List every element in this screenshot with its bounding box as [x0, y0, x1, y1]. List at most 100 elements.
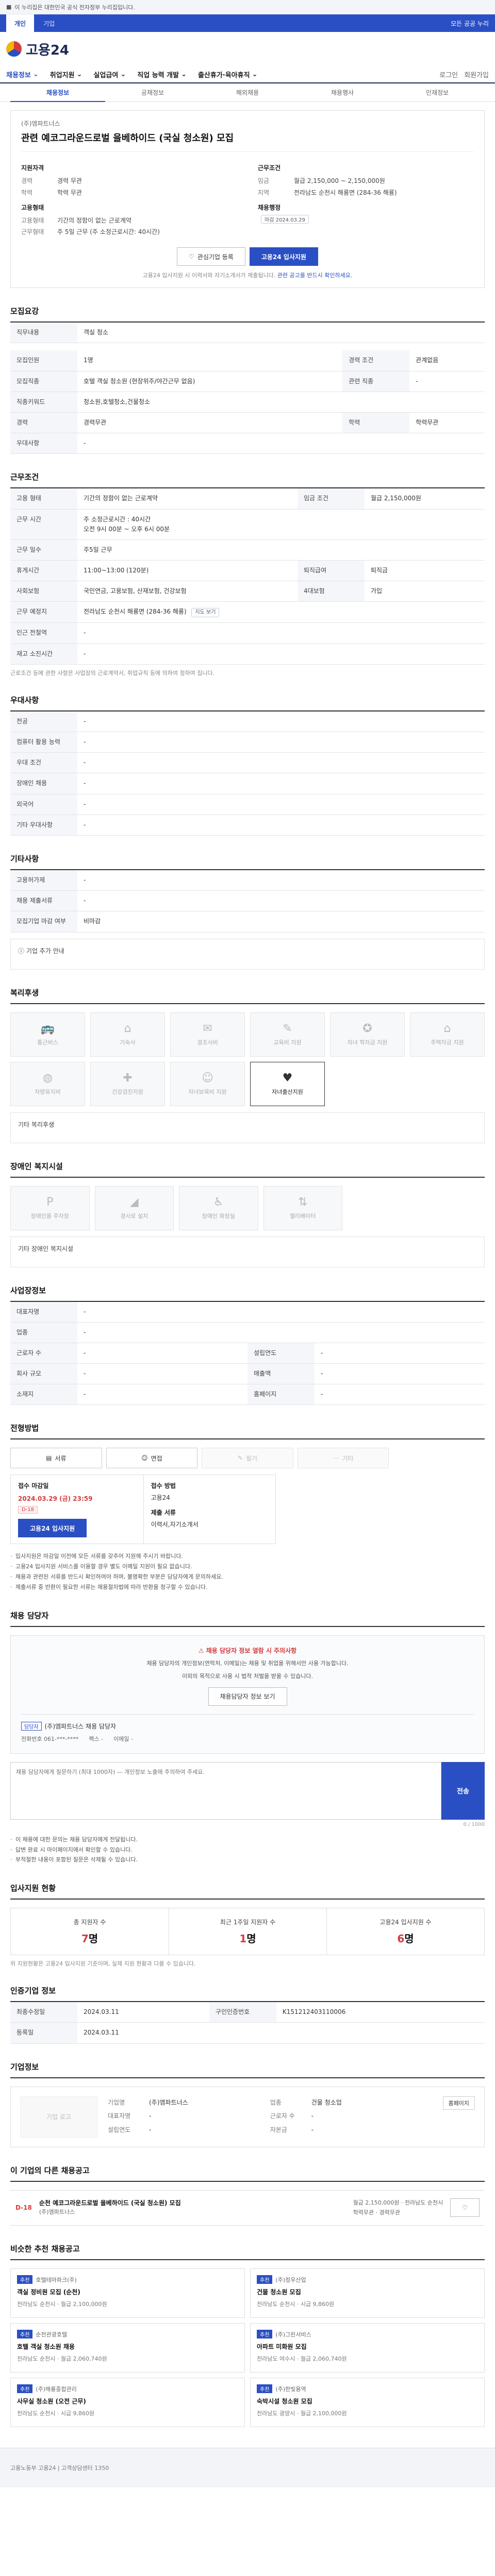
method-other: ⋯ 기타 [297, 1448, 389, 1469]
list-item: 채용과 관련된 서류를 반드시 확인하여야 하며, 불명확한 부분은 담당자에게… [10, 1572, 485, 1582]
summary-heading: 채용행정 [258, 204, 281, 211]
char-counter: 0 / 1000 [463, 1821, 485, 1827]
car-icon: ◍ [42, 1072, 53, 1084]
apply-button-bottom[interactable]: 고용24 입사지원 [18, 1519, 87, 1538]
company-info-table: 대표자명 - 업종 - 근로자 수 - 설립연도 - 회사 규모 - 매출액 - 소재지 - 홈페이… [10, 1301, 485, 1405]
sub-nav-item[interactable]: 공채정보 [105, 88, 200, 97]
table-row: 우대 조건 - [10, 752, 485, 774]
table-header: 설립연도 [248, 1343, 315, 1364]
table-cell: 주 소정근로시간 : 40시간 오전 9시 00분 ~ 오후 6시 00분 [77, 509, 485, 540]
table-row: 휴게시간 11:00~13:00 (120분) 퇴직급여 퇴직금 [10, 560, 485, 582]
other-job-row[interactable]: D-18 순천 예코그라운드로벌 을베하이드 (국실 청소원) 모집 (주)엠파… [10, 2190, 485, 2226]
recommend-card[interactable]: 추천 (주)해룡종합관리 사무실 청소원 (오전 근무) 전라남도 순천시 · 시급 … [10, 2378, 245, 2428]
recommend-title[interactable]: 숙박시설 청소원 모집 [257, 2397, 478, 2406]
apply-notes: 입사지원은 마감일 이전에 모든 서류를 갖추어 지원해 주시기 바랍니다. 고… [10, 1551, 485, 1592]
section-title: 모집요강 [10, 306, 485, 323]
disabled-item: ◢ 경사로 설치 [94, 1185, 174, 1230]
all-services-link[interactable]: 모든 공공 누리 [451, 19, 489, 28]
stat-number: 7 [81, 1933, 89, 1945]
summary-key: 학력 [21, 189, 33, 196]
recommend-card[interactable]: 추천 순천관광호텔 호텔 객실 청소원 채용 전라남도 순천시 · 월급 2,060,… [10, 2323, 245, 2373]
section-title: 근무조건 [10, 471, 485, 489]
contact-phone-label: 전화번호 [21, 1735, 42, 1742]
recommend-title[interactable]: 건물 청소원 모집 [257, 2288, 478, 2297]
table-row: 고용허가제 - [10, 870, 485, 891]
table-row: 경력 경력무관 학력 학력무관 [10, 412, 485, 434]
other-job-title[interactable]: 순천 예코그라운드로벌 을베하이드 (국실 청소원) 모집 [39, 2198, 181, 2207]
logo-text[interactable]: 고용24 [26, 40, 69, 59]
recommend-card[interactable]: 추천 호텔테마파크(주) 객실 정비원 모집 (순천) 전라남도 순천시 · 월급 2… [10, 2268, 245, 2318]
interest-button[interactable]: ♡ 관심기업 등록 [177, 247, 245, 266]
company-name[interactable]: (주)엠파트너스 [21, 119, 474, 128]
table-header: 고용허가제 [10, 870, 77, 891]
sub-nav-item[interactable]: 채용행사 [295, 88, 390, 97]
contact-email: 이메일 - [113, 1735, 133, 1743]
welfare-grid: 🚌 통근버스 ⌂ 기숙사 ✉ 경조사비 ✎ 교육비 지원 ✪ 자녀 학자금 지원 ⌂ 주택자… [10, 1012, 485, 1106]
other-job-pay: 월급 2,150,000원 · 전라남도 순천시 [353, 2199, 443, 2206]
table-cell: - [77, 815, 485, 836]
send-button[interactable]: 전송 [441, 1761, 485, 1820]
disabled-label: 장애인 화장실 [202, 1213, 235, 1219]
table-row: 전공 - [10, 711, 485, 732]
sub-nav-item[interactable]: 인재정보 [390, 88, 485, 97]
nav-item-label: 실업급여 [93, 71, 119, 79]
map-button[interactable]: 지도 보기 [191, 608, 220, 618]
disabled-item: ⇅ 엘리베이터 [263, 1185, 342, 1230]
apply-button[interactable]: 고용24 입사지원 [249, 247, 318, 266]
summary-row: 학력 학력 무관 [21, 187, 237, 199]
apply-notice: 고용24 입사지원 시 이력서와 자기소개서가 제출됩니다. 관련 공고를 반드… [21, 271, 474, 279]
nav-item-support[interactable]: 취업지원 ⌄ [50, 70, 82, 79]
logo-icon[interactable] [6, 41, 22, 57]
footer-text: 고용노동부 고용24 | 고객상담센터 1350 [10, 2465, 109, 2472]
interest-button-label: 관심기업 등록 [197, 253, 234, 261]
recommend-card[interactable]: 추천 (주)그린서비스 아파트 미화원 모집 전라남도 여수시 · 월급 2,060,… [250, 2323, 485, 2373]
summary-row: 지역 전라남도 순천시 해룡면 (284-36 해룡) [258, 187, 474, 199]
nav-item-leave[interactable]: 출산휴가·육아휴직 ⌄ [198, 70, 258, 79]
table-row: 인근 전철역 - [10, 622, 485, 644]
nav-item-jobs[interactable]: 채용정보 ⌄ [6, 70, 39, 79]
prefer-table: 전공 - 컴퓨터 활용 능력 - 우대 조건 - 장애인 채용 - 외국어 - 기타 우대… [10, 711, 485, 836]
deadline-right: 접수 방법 고용24 제출 서류 이력서,자기소개서 [143, 1475, 276, 1544]
contact-phone: 전화번호 061-***-**** [21, 1735, 78, 1743]
recommend-company: (주)정우산업 [275, 2277, 306, 2284]
sub-nav-item[interactable]: 채용정보 [10, 88, 105, 102]
method-label: 면접 [151, 1454, 162, 1462]
tab-individual[interactable]: 개인 [6, 14, 35, 32]
table-cell: - [77, 711, 485, 732]
login-link[interactable]: 로그인 [439, 70, 458, 79]
meta-section: 인증기업 정보 최종수정일 2024.03.11 구인인증번호 K1512124031… [10, 1985, 485, 2044]
recommend-title[interactable]: 호텔 객실 청소원 채용 [17, 2343, 238, 2351]
nav-right: 로그인 회원가입 [439, 70, 489, 79]
table-row: 소재지 - 홈페이지 - [10, 1384, 485, 1405]
summary-value: 기간의 정함이 없는 근로계약 [57, 216, 131, 224]
recommend-company: 호텔테마파크(주) [36, 2277, 77, 2284]
table-cell: - [409, 371, 485, 392]
recommend-card[interactable]: 추천 (주)정우산업 건물 청소원 모집 전라남도 순천시 · 시급 9,860원 [250, 2268, 485, 2318]
recommend-title[interactable]: 사무실 청소원 (오전 근무) [17, 2397, 238, 2406]
work-hours-week: 주 소정근로시간 : 40시간 [84, 515, 151, 523]
homepage-button[interactable]: 홈페이지 [442, 2096, 475, 2110]
book-icon: ✎ [283, 1022, 292, 1035]
other-job-company: (주)엠파트너스 [39, 2208, 75, 2215]
footer: 고용노동부 고용24 | 고객상담센터 1350 [0, 2448, 495, 2488]
question-input[interactable] [10, 1761, 441, 1820]
table-header: 관련 직종 [342, 371, 410, 392]
sub-nav-item[interactable]: 해외채용 [200, 88, 295, 97]
recommend-title[interactable]: 객실 정비원 모집 (순천) [17, 2288, 238, 2297]
nav-item-training[interactable]: 직업 능력 개발 ⌄ [137, 70, 187, 79]
tab-company[interactable]: 기업 [35, 14, 63, 32]
method-label: 서류 [55, 1454, 67, 1462]
table-cell: 2024.03.11 [77, 2002, 209, 2023]
list-item: 입사지원은 마감일 이전에 모든 서류를 갖추어 지원해 주시기 바랍니다. [10, 1551, 485, 1562]
show-contact-button[interactable]: 채용담당자 정보 보기 [208, 1687, 287, 1706]
recommend-card[interactable]: 추천 (주)한빛용역 숙박시설 청소원 모집 전라남도 광양시 · 월급 2,100,… [250, 2378, 485, 2428]
interest-toggle[interactable]: ♡ [450, 2198, 480, 2217]
deadline-box: 접수 마감일 2024.03.29 (금) 23:59 D-18 고용24 입사… [10, 1475, 276, 1545]
elevator-icon: ⇅ [298, 1196, 308, 1209]
summary-heading: 근무조건 [258, 164, 281, 172]
recommend-title[interactable]: 아파트 미화원 모집 [257, 2343, 478, 2351]
job-actions: ♡ 관심기업 등록 고용24 입사지원 [21, 247, 474, 266]
nav-item-benefit[interactable]: 실업급여 ⌄ [94, 70, 126, 79]
health-icon: ✚ [123, 1072, 133, 1084]
signup-link[interactable]: 회원가입 [464, 70, 489, 79]
